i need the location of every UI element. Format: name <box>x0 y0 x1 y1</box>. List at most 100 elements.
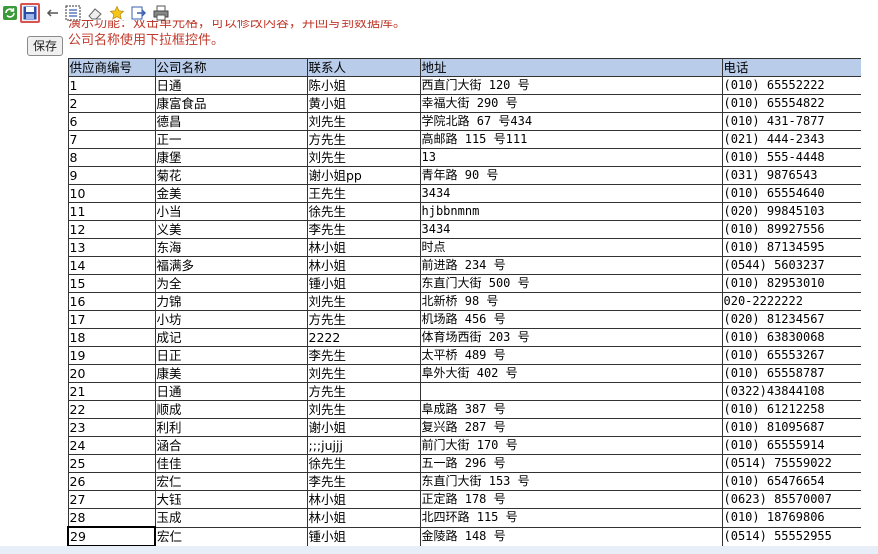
cell-supplier-id[interactable]: 7 <box>67 130 156 149</box>
cell-company-name[interactable]: 福满多 <box>154 256 308 275</box>
cell-phone[interactable]: (010) 61212258 <box>721 400 861 419</box>
refresh-icon[interactable] <box>1 4 19 22</box>
cell-address[interactable]: 西直门大街 120 号 <box>419 76 723 95</box>
save-icon[interactable] <box>20 3 40 23</box>
cell-company-name[interactable]: 正一 <box>154 130 308 149</box>
cell-address[interactable]: 高邮路 115 号111 <box>419 130 723 149</box>
cell-contact[interactable]: 王先生 <box>306 184 421 203</box>
cell-address[interactable]: 北新桥 98 号 <box>419 292 723 311</box>
cell-supplier-id[interactable]: 29 <box>67 526 156 546</box>
cell-contact[interactable]: 刘先生 <box>306 148 421 167</box>
undo-arrow-icon[interactable] <box>44 4 62 22</box>
cell-phone[interactable]: (010) 555-4448 <box>721 148 861 167</box>
cell-company-name[interactable]: 小当 <box>154 202 308 221</box>
cell-company-name[interactable]: 康美 <box>154 364 308 383</box>
cell-contact[interactable]: 锺小姐 <box>306 526 421 546</box>
column-header-phone[interactable]: 电话 <box>721 58 861 77</box>
cell-address[interactable]: 阜外大街 402 号 <box>419 364 723 383</box>
cell-supplier-id[interactable]: 28 <box>67 508 156 528</box>
cell-phone[interactable]: (010) 87134595 <box>721 238 861 257</box>
cell-phone[interactable]: (010) 431-7877 <box>721 112 861 131</box>
cell-company-name[interactable]: 力锦 <box>154 292 308 311</box>
cell-phone[interactable]: (010) 18769806 <box>721 508 861 528</box>
cell-supplier-id[interactable]: 1 <box>67 76 156 95</box>
cell-address[interactable]: 太平桥 489 号 <box>419 346 723 365</box>
cell-supplier-id[interactable]: 17 <box>67 310 156 329</box>
cell-company-name[interactable]: 康堡 <box>154 148 308 167</box>
cell-address[interactable]: hjbbnmnm <box>419 202 723 221</box>
cell-supplier-id[interactable]: 18 <box>67 328 156 347</box>
cell-company-name[interactable]: 成记 <box>154 328 308 347</box>
cell-address[interactable]: 3434 <box>419 184 723 203</box>
cell-company-name[interactable]: 康富食品 <box>154 94 308 113</box>
cell-supplier-id[interactable]: 22 <box>67 400 156 419</box>
table-row[interactable]: 18 成记 2222 体育场西街 203 号 (010) 63830068 <box>67 328 861 347</box>
cell-supplier-id[interactable]: 11 <box>67 202 156 221</box>
cell-address[interactable]: 青年路 90 号 <box>419 166 723 185</box>
cell-supplier-id[interactable]: 23 <box>67 418 156 437</box>
eraser-icon[interactable] <box>86 4 104 22</box>
cell-supplier-id[interactable]: 12 <box>67 220 156 239</box>
cell-supplier-id[interactable]: 10 <box>67 184 156 203</box>
cell-address[interactable]: 体育场西街 203 号 <box>419 328 723 347</box>
cell-contact[interactable]: 林小姐 <box>306 508 421 528</box>
cell-contact[interactable]: 李先生 <box>306 220 421 239</box>
cell-contact[interactable]: 谢小姐 <box>306 418 421 437</box>
column-header-contact[interactable]: 联系人 <box>306 58 421 77</box>
table-row[interactable]: 26 宏仁 李先生 东直门大街 153 号 (010) 65476654 <box>67 472 861 491</box>
cell-supplier-id[interactable]: 16 <box>67 292 156 311</box>
cell-contact[interactable]: 李先生 <box>306 346 421 365</box>
cell-supplier-id[interactable]: 25 <box>67 454 156 473</box>
cell-contact[interactable]: 李先生 <box>306 472 421 491</box>
cell-company-name[interactable]: 金美 <box>154 184 308 203</box>
cell-address[interactable]: 东直门大街 153 号 <box>419 472 723 491</box>
cell-contact[interactable]: 林小姐 <box>306 256 421 275</box>
cell-contact[interactable]: 陈小姐 <box>306 76 421 95</box>
cell-phone[interactable]: (0514) 55552955 <box>721 526 861 546</box>
cell-contact[interactable]: 林小姐 <box>306 490 421 509</box>
cell-phone[interactable]: (020) 99845103 <box>721 202 861 221</box>
cell-address[interactable]: 3434 <box>419 220 723 239</box>
table-row[interactable]: 16 力锦 刘先生 北新桥 98 号 020-2222222 <box>67 292 861 311</box>
cell-contact[interactable]: 谢小姐pp <box>306 166 421 185</box>
cell-phone[interactable]: (010) 65555914 <box>721 436 861 455</box>
table-row[interactable]: 6 德昌 刘先生 学院北路 67 号434 (010) 431-7877 <box>67 112 861 131</box>
table-row[interactable]: 24 涵合 ;;;jujjj 前门大街 170 号 (010) 65555914 <box>67 436 861 455</box>
cell-address[interactable]: 北四环路 115 号 <box>419 508 723 528</box>
cell-contact[interactable]: 方先生 <box>306 310 421 329</box>
table-row[interactable]: 27 大钰 林小姐 正定路 178 号 (0623) 85570007 <box>67 490 861 509</box>
cell-phone[interactable]: (0514) 75559022 <box>721 454 861 473</box>
cell-contact[interactable]: 徐先生 <box>306 202 421 221</box>
cell-company-name[interactable]: 宏仁 <box>154 472 308 491</box>
table-row[interactable]: 10 金美 王先生 3434 (010) 65554640 <box>67 184 861 203</box>
cell-company-name[interactable]: 义美 <box>154 220 308 239</box>
cell-company-name[interactable]: 东海 <box>154 238 308 257</box>
table-row[interactable]: 1 日通 陈小姐 西直门大街 120 号 (010) 65552222 <box>67 76 861 95</box>
table-row[interactable]: 22 顺成 刘先生 阜成路 387 号 (010) 61212258 <box>67 400 861 419</box>
cell-address[interactable]: 前门大街 170 号 <box>419 436 723 455</box>
cell-address[interactable]: 幸福大街 290 号 <box>419 94 723 113</box>
cell-contact[interactable]: 林小姐 <box>306 238 421 257</box>
cell-company-name[interactable]: 佳佳 <box>154 454 308 473</box>
cell-supplier-id[interactable]: 2 <box>67 94 156 113</box>
table-row[interactable]: 9 菊花 谢小姐pp 青年路 90 号 (031) 9876543 <box>67 166 861 185</box>
cell-address[interactable]: 学院北路 67 号434 <box>419 112 723 131</box>
cell-contact[interactable]: 方先生 <box>306 130 421 149</box>
cell-company-name[interactable]: 菊花 <box>154 166 308 185</box>
cell-contact[interactable]: 徐先生 <box>306 454 421 473</box>
cell-phone[interactable]: 020-2222222 <box>721 292 861 311</box>
cell-supplier-id[interactable]: 14 <box>67 256 156 275</box>
cell-phone[interactable]: (010) 65554822 <box>721 94 861 113</box>
cell-phone[interactable]: (0322)43844108 <box>721 382 861 401</box>
cell-address[interactable]: 金陵路 148 号 <box>419 526 723 546</box>
cell-phone[interactable]: (031) 9876543 <box>721 166 861 185</box>
cell-address[interactable]: 时点 <box>419 238 723 257</box>
table-row[interactable]: 29 宏仁 锺小姐 金陵路 148 号 (0514) 55552955 <box>67 526 861 546</box>
star-icon[interactable] <box>108 4 126 22</box>
table-row[interactable]: 8 康堡 刘先生 13 (010) 555-4448 <box>67 148 861 167</box>
cell-address[interactable]: 阜成路 387 号 <box>419 400 723 419</box>
cell-address[interactable]: 13 <box>419 148 723 167</box>
table-row[interactable]: 21 日通 方先生 (0322)43844108 <box>67 382 861 401</box>
cell-supplier-id[interactable]: 20 <box>67 364 156 383</box>
cell-phone[interactable]: (010) 65552222 <box>721 76 861 95</box>
